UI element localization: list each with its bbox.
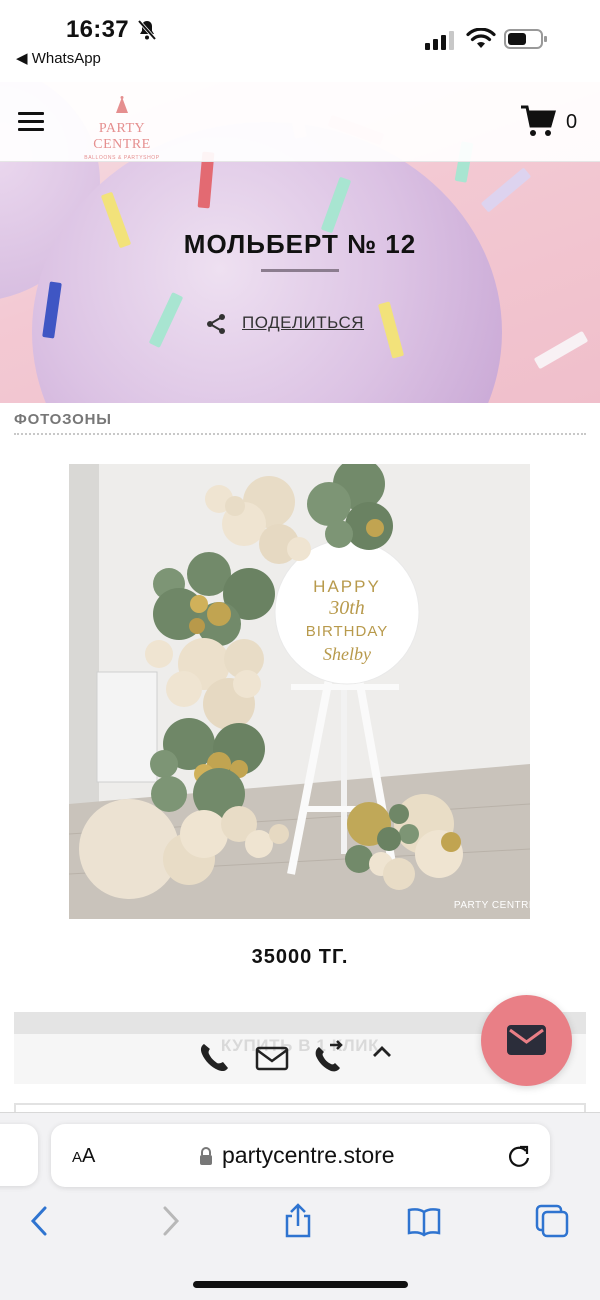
- text-size-button[interactable]: AA: [72, 1145, 95, 1168]
- previous-tab-preview[interactable]: [0, 1124, 38, 1186]
- home-indicator[interactable]: [193, 1281, 408, 1288]
- title-underline: [261, 269, 339, 272]
- menu-icon[interactable]: [18, 112, 44, 134]
- call-forward-icon[interactable]: [310, 1040, 346, 1076]
- signal-icon: [425, 31, 454, 50]
- bookmarks-icon[interactable]: [406, 1203, 442, 1239]
- contact-fab-button[interactable]: [481, 995, 572, 1086]
- product-image[interactable]: HAPPY 30th BIRTHDAY Shelby PARTY CENTRE: [69, 464, 530, 919]
- share-icon[interactable]: [280, 1203, 316, 1239]
- status-time: 16:37: [66, 16, 129, 43]
- product-category[interactable]: ФОТОЗОНЫ: [14, 411, 112, 428]
- lock-icon: [200, 1147, 212, 1165]
- site-logo[interactable]: PARTY CENTRE BALLOONS & PARTYSHOP: [72, 96, 172, 161]
- share-link[interactable]: ПОДЕЛИТЬСЯ: [242, 313, 364, 333]
- logo-name: PARTY CENTRE: [93, 121, 151, 152]
- mail-icon[interactable]: [254, 1040, 290, 1076]
- back-icon[interactable]: [22, 1203, 58, 1239]
- battery-icon: [504, 29, 547, 49]
- photo-watermark: PARTY CENTRE: [454, 900, 530, 911]
- status-bar: 16:37 ◀ WhatsApp: [0, 0, 600, 82]
- category-divider: [14, 433, 586, 435]
- sign-line-1: HAPPY: [313, 577, 381, 596]
- share-icon[interactable]: [205, 313, 227, 335]
- contact-toolbar: [196, 1040, 406, 1080]
- forward-icon[interactable]: [152, 1203, 188, 1239]
- mail-icon: [507, 1025, 546, 1055]
- bell-slash-icon: [137, 19, 157, 41]
- reload-icon[interactable]: [506, 1143, 532, 1169]
- sign-line-4: Shelby: [323, 644, 371, 664]
- party-hat-icon: [116, 96, 128, 113]
- back-to-app-link[interactable]: ◀ WhatsApp: [16, 49, 101, 67]
- site-header: PARTY CENTRE BALLOONS & PARTYSHOP: [0, 82, 600, 162]
- cart-icon[interactable]: [520, 104, 556, 138]
- chevron-up-icon[interactable]: [368, 1040, 396, 1076]
- cart-count: 0: [566, 111, 578, 133]
- page-title: МОЛЬБЕРТ № 12: [183, 229, 417, 259]
- sign-line-2: 30th: [328, 597, 365, 619]
- product-price: 35000 ТГ.: [251, 946, 349, 968]
- phone-icon[interactable]: [196, 1040, 232, 1076]
- url-text[interactable]: partycentre.store: [222, 1142, 395, 1169]
- tabs-icon[interactable]: [534, 1203, 570, 1239]
- wifi-icon: [466, 28, 496, 48]
- sign-line-3: BIRTHDAY: [306, 623, 388, 640]
- logo-tagline: BALLOONS & PARTYSHOP: [84, 155, 160, 161]
